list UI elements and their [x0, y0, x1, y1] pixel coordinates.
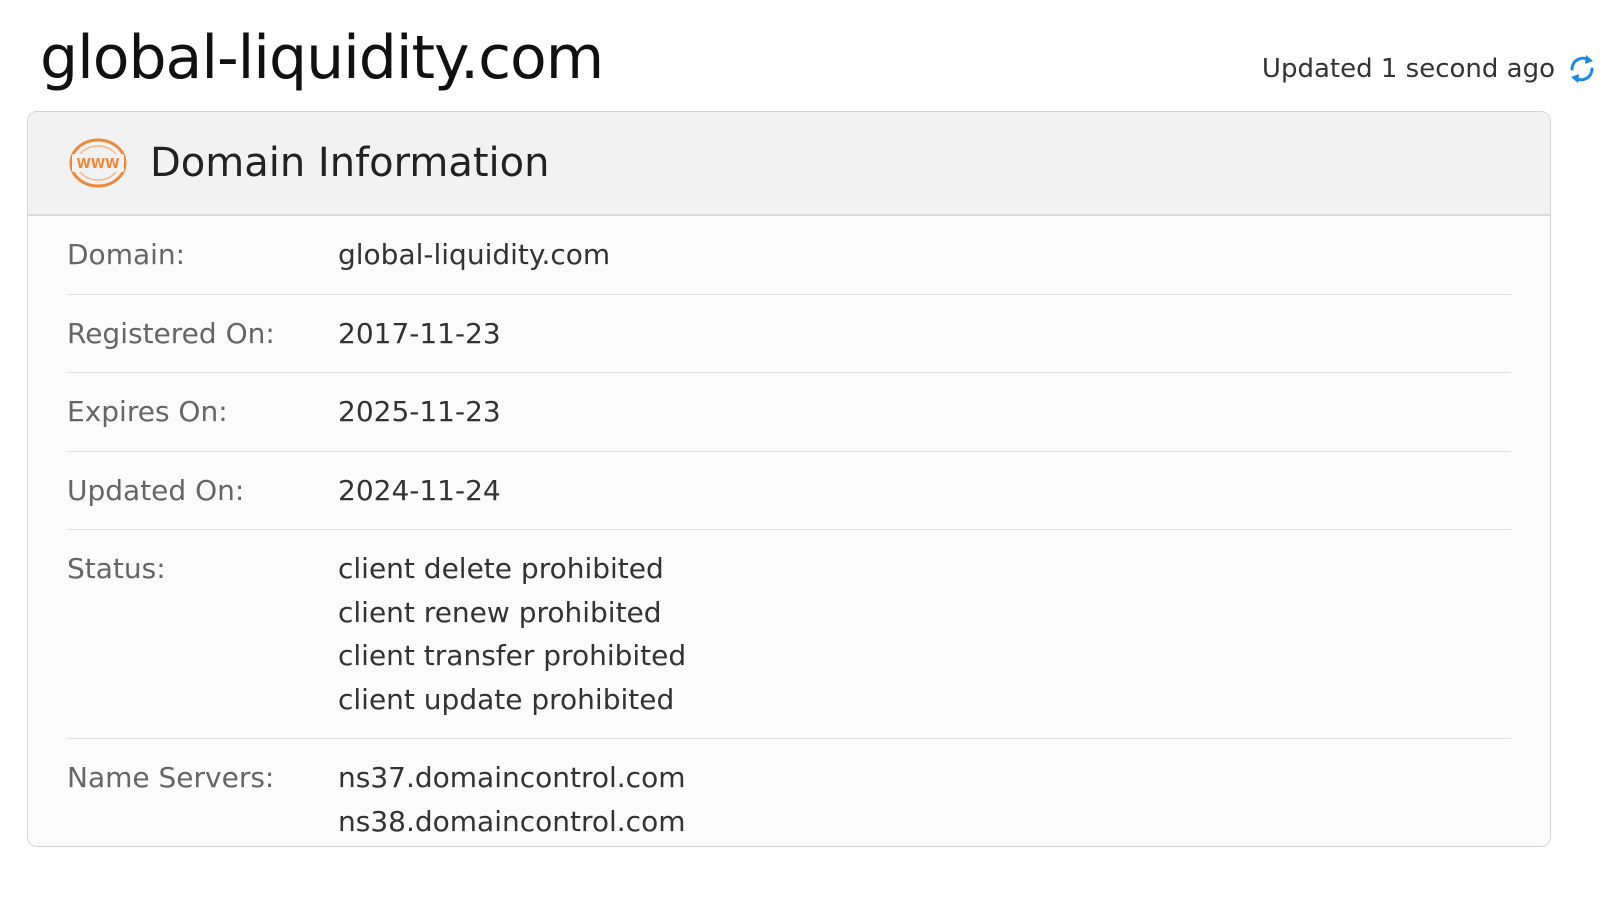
row-value: 2017-11-23 [338, 312, 501, 356]
row-value: global-liquidity.com [338, 233, 610, 277]
domain-info-rows: Domain: global-liquidity.com Registered On… [28, 216, 1550, 846]
info-row-updated-on: Updated On: 2024-11-24 [67, 452, 1511, 530]
page-title: global-liquidity.com [40, 23, 604, 93]
row-value: ns37.domaincontrol.com ns38.domaincontrol… [338, 756, 685, 843]
row-value-line: 2025-11-23 [338, 395, 501, 428]
updated-text: Updated 1 second ago [1261, 54, 1555, 84]
row-label: Registered On: [67, 316, 275, 350]
info-row-name-servers: Name Servers: ns37.domaincontrol.com ns38.… [67, 739, 1511, 846]
info-row-registered-on: Registered On: 2017-11-23 [67, 295, 1511, 373]
refresh-button[interactable] [1565, 52, 1599, 86]
row-value: 2024-11-24 [338, 469, 501, 513]
domain-info-card: WWW Domain Information Domain: global-liq… [27, 111, 1551, 847]
www-globe-icon: WWW [69, 138, 127, 188]
row-label: Expires On: [67, 395, 228, 428]
refresh-icon [1570, 55, 1594, 83]
row-value-line: 2017-11-23 [338, 316, 501, 350]
row-label: Domain: [67, 238, 186, 271]
card-header: WWW Domain Information [28, 112, 1550, 216]
row-value-line: client renew prohibited [338, 595, 662, 629]
info-row-domain: Domain: global-liquidity.com [67, 216, 1511, 295]
svg-text:WWW: WWW [76, 157, 119, 172]
row-value-line: client transfer prohibited [338, 639, 687, 672]
row-value: 2025-11-23 [338, 390, 501, 434]
row-value-line: client update prohibited [338, 682, 675, 716]
info-row-expires-on: Expires On: 2025-11-23 [67, 373, 1511, 452]
row-label: Updated On: [67, 473, 245, 507]
row-value-line: ns37.domaincontrol.com [338, 761, 686, 794]
row-value-line: global-liquidity.com [338, 238, 611, 271]
row-label: Status: [67, 552, 166, 585]
row-label: Name Servers: [67, 761, 275, 794]
row-value-line: client delete prohibited [338, 552, 664, 585]
card-title: Domain Information [150, 140, 550, 186]
row-value-line: 2024-11-24 [338, 473, 501, 507]
row-value-line: ns38.domaincontrol.com [338, 804, 686, 838]
update-status: Updated 1 second ago [1261, 52, 1594, 86]
row-value: client delete prohibited client renew pro… [338, 547, 686, 721]
info-row-status: Status: client delete prohibited client re… [67, 530, 1511, 739]
